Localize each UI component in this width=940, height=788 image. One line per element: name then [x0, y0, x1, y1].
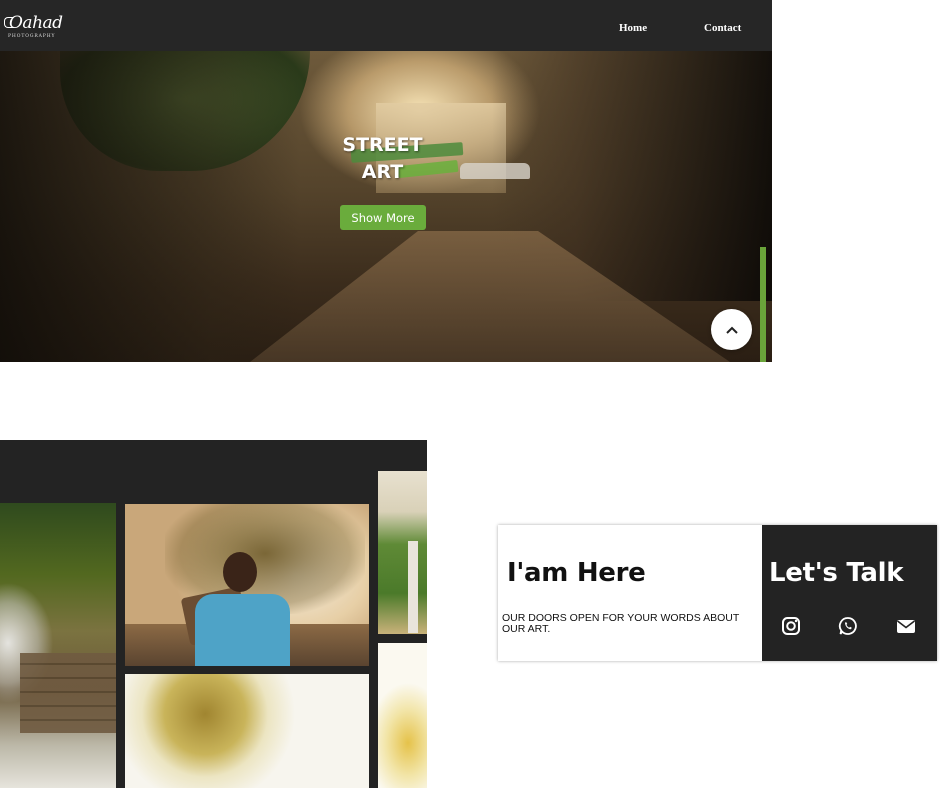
hero-green-strip [760, 247, 766, 362]
photo-gallery [0, 440, 427, 788]
hero-awning [460, 163, 530, 179]
nav-contact-link[interactable]: Contact [704, 22, 741, 34]
photo-person-head [223, 552, 257, 592]
photo-person-body [195, 594, 290, 666]
nav-home-link[interactable]: Home [619, 22, 647, 34]
contact-right-panel: Let's Talk [762, 525, 937, 661]
hero-banner: STREET ART Show More [0, 51, 772, 362]
contact-left-title: I'am Here [507, 558, 646, 588]
show-more-button[interactable]: Show More [340, 205, 426, 230]
gallery-photo-tree[interactable] [125, 674, 369, 788]
top-section: Oahad PHOTOGRAPHY Home Contact STREET AR… [0, 0, 772, 362]
contact-left-panel: I'am Here OUR DOORS OPEN FOR YOUR WORDS … [498, 525, 761, 661]
contact-left-text: OUR DOORS OPEN FOR YOUR WORDS ABOUT OUR … [502, 612, 740, 635]
chevron-up-icon [725, 326, 738, 334]
mail-icon[interactable] [896, 616, 916, 636]
logo[interactable]: Oahad PHOTOGRAPHY [4, 11, 64, 41]
gallery-photo-waterfall[interactable] [0, 503, 116, 788]
hero-left-shade [0, 51, 300, 362]
stone-wall [20, 653, 116, 733]
logo-wordmark: Oahad [9, 13, 63, 33]
hero-title-line-1: STREET [342, 134, 423, 156]
whatsapp-icon[interactable] [838, 616, 858, 636]
gallery-photo-boy[interactable] [125, 504, 369, 666]
hero-title: STREET ART [330, 132, 435, 186]
navbar: Oahad PHOTOGRAPHY Home Contact [0, 0, 772, 51]
gallery-photo-yellow[interactable] [378, 643, 427, 788]
logo-subtitle: PHOTOGRAPHY [8, 34, 56, 39]
gallery-photo-field[interactable] [378, 471, 427, 634]
contact-right-title: Let's Talk [769, 558, 904, 588]
contact-card: I'am Here OUR DOORS OPEN FOR YOUR WORDS … [498, 525, 937, 661]
hero-title-line-2: ART [361, 161, 404, 183]
field-post [408, 541, 418, 633]
instagram-icon[interactable] [781, 616, 801, 636]
scroll-to-top-button[interactable] [711, 309, 752, 350]
